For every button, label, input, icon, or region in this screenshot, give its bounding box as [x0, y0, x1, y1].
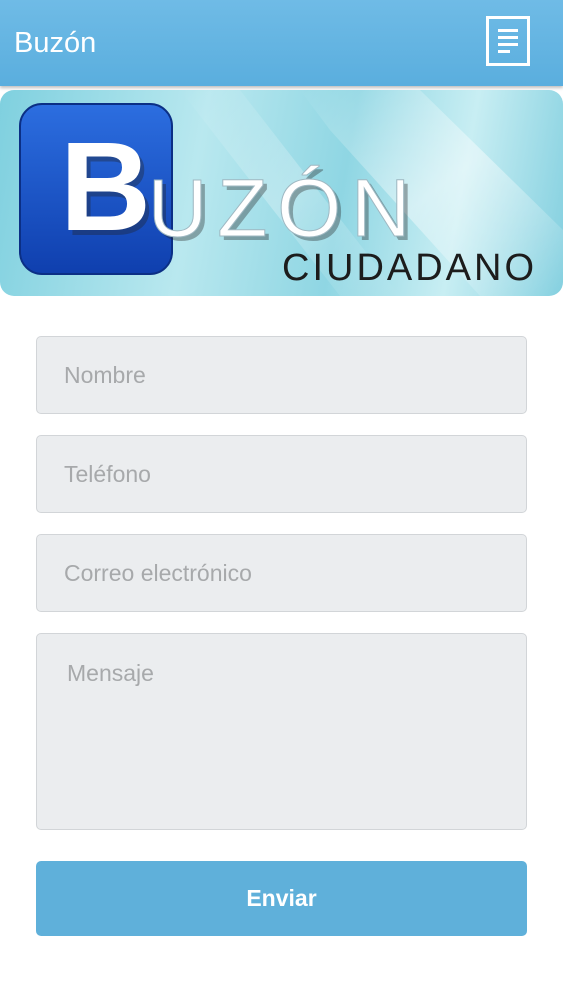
logo-word: UZÓN — [148, 163, 420, 254]
phone-field[interactable] — [36, 435, 527, 513]
name-field[interactable] — [36, 336, 527, 414]
buzon-ciudadano-logo: B B UZÓN UZÓN CIUDADANO — [19, 90, 563, 296]
logo-letter: B — [60, 116, 151, 257]
page-title: Buzón — [14, 27, 97, 59]
send-button[interactable]: Enviar — [36, 861, 527, 936]
banner-image: B B UZÓN UZÓN CIUDADANO — [0, 90, 563, 296]
menu-button[interactable] — [486, 16, 530, 66]
logo-subtitle: CIUDADANO — [282, 247, 537, 289]
email-field[interactable] — [36, 534, 527, 612]
message-field[interactable] — [36, 633, 527, 830]
app-header: Buzón — [0, 0, 563, 86]
